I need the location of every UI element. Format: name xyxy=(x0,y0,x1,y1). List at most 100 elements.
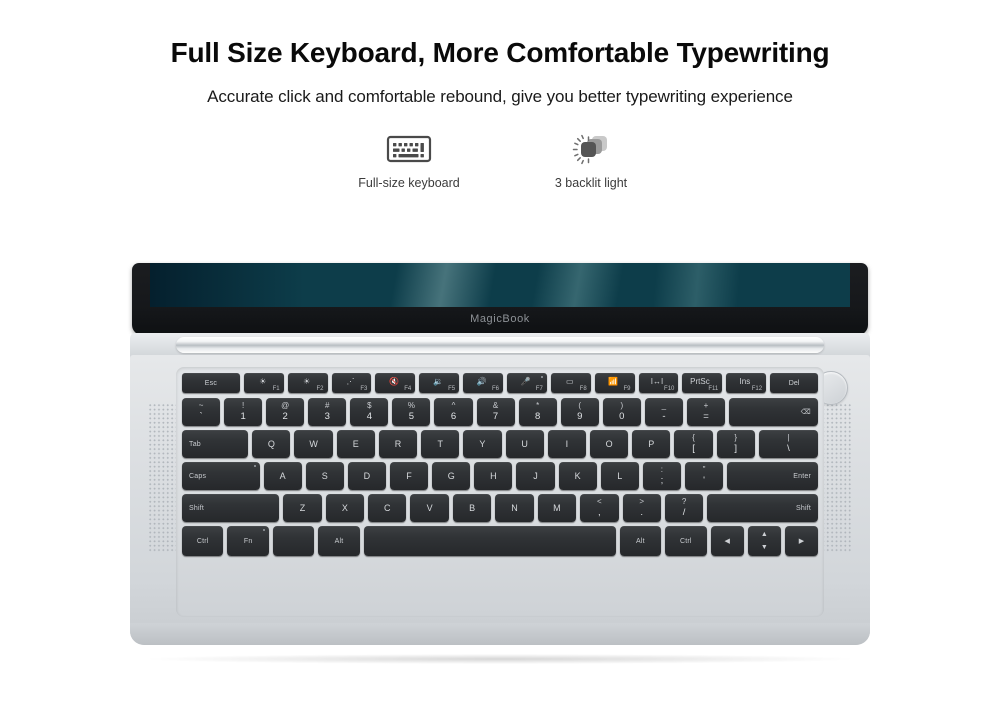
key-b[interactable]: B xyxy=(452,494,492,522)
key-backtick[interactable]: ~ ` xyxy=(182,398,221,426)
screen-vignette xyxy=(150,263,304,307)
feature-full-size-keyboard: Full-size keyboard xyxy=(344,129,474,190)
key-arrow-updown[interactable]: ▲ ▼ xyxy=(747,526,781,556)
camera-icon: ▭ xyxy=(566,377,574,387)
laptop-shadow xyxy=(150,654,850,664)
key-y[interactable]: Y xyxy=(463,430,502,458)
key-t[interactable]: T xyxy=(421,430,460,458)
key-f6[interactable]: 🔊 F6 xyxy=(463,373,503,393)
brightness-down-icon: ☀ xyxy=(259,377,267,387)
key-o[interactable]: O xyxy=(589,430,629,458)
key-f9[interactable]: 📶 F9 xyxy=(594,373,635,393)
key-capslock[interactable]: Caps xyxy=(182,462,260,490)
capslock-led-icon xyxy=(254,465,257,467)
keyboard-row-shift: Shift Z X C V B N M <, >. ? / Shift xyxy=(182,494,818,522)
keyboard-row-bottom: Ctrl Fn Alt Alt Ctrl ◀ ▲ ▼ ▶ xyxy=(182,526,819,556)
key-enter[interactable]: Enter xyxy=(727,462,819,490)
key-arrow-right[interactable]: ▶ xyxy=(784,526,819,556)
key-bracket-right[interactable]: }] xyxy=(716,430,755,458)
key-s[interactable]: S xyxy=(305,462,344,490)
key-4[interactable]: $4 xyxy=(350,398,389,426)
fn-led-icon xyxy=(263,529,266,531)
key-arrow-left[interactable]: ◀ xyxy=(710,526,744,556)
key-a[interactable]: A xyxy=(263,462,302,490)
key-r[interactable]: R xyxy=(378,430,418,458)
key-alt-left[interactable]: Alt xyxy=(318,526,360,556)
key-shift-left[interactable]: Shift xyxy=(182,494,280,522)
key-windows[interactable] xyxy=(272,526,315,556)
key-e[interactable]: E xyxy=(336,430,375,458)
key-f10[interactable]: I↔I F10 xyxy=(638,373,679,393)
key-h[interactable]: H xyxy=(474,462,513,490)
key-f1[interactable]: ☀ F1 xyxy=(243,373,284,393)
page-title: Full Size Keyboard, More Comfortable Typ… xyxy=(170,37,830,68)
key-3[interactable]: #3 xyxy=(308,398,347,426)
key-f5[interactable]: 🔉 F5 xyxy=(419,373,460,393)
key-space[interactable] xyxy=(363,526,616,556)
key-j[interactable]: J xyxy=(516,462,555,490)
key-2[interactable]: @2 xyxy=(266,398,305,426)
laptop-lid: MagicBook xyxy=(132,263,868,335)
key-f7[interactable]: 🎤 F7 xyxy=(506,373,547,393)
key-f8[interactable]: ▭ F8 xyxy=(550,373,591,393)
key-tab[interactable]: Tab xyxy=(182,430,249,458)
key-ctrl-left[interactable]: Ctrl xyxy=(182,526,224,556)
key-backspace[interactable]: ⌫ xyxy=(729,398,818,426)
laptop-image: MagicBook Esc ☀ F1 ☀ F2 ⋰ F3 🔇 F4 🔉 F5 🔊… xyxy=(130,263,870,663)
key-1[interactable]: ! 1 xyxy=(224,398,263,426)
key-k[interactable]: K xyxy=(558,462,597,490)
feature-backlit-light: 3 backlit light xyxy=(526,129,656,190)
key-z[interactable]: Z xyxy=(283,494,322,522)
arrow-left-icon: ◀ xyxy=(724,538,730,545)
brand-logo: MagicBook xyxy=(470,313,530,325)
key-c[interactable]: C xyxy=(368,494,407,522)
key-8[interactable]: * 8 xyxy=(518,398,557,426)
key-f12[interactable]: Ins F12 xyxy=(726,373,767,393)
key-q[interactable]: Q xyxy=(252,430,291,458)
key-delete[interactable]: Del xyxy=(770,373,818,393)
key-semicolon[interactable]: :; xyxy=(642,462,681,490)
key-5[interactable]: % 5 xyxy=(392,398,431,426)
key-m[interactable]: M xyxy=(537,494,577,522)
key-f2[interactable]: ☀ F2 xyxy=(287,373,328,393)
key-i[interactable]: I xyxy=(547,430,586,458)
key-shift-right[interactable]: Shift xyxy=(707,494,818,522)
key-7[interactable]: & 7 xyxy=(476,398,515,426)
page-subtitle: Accurate click and comfortable rebound, … xyxy=(207,86,793,106)
brightness-up-icon: ☀ xyxy=(303,377,311,387)
key-p[interactable]: P xyxy=(632,430,671,458)
projector-icon: I↔I xyxy=(650,377,664,387)
keyboard-row-qwerty: Tab Q W E R T Y U I O P {[ }] | \ xyxy=(182,430,819,458)
key-9[interactable]: (9 xyxy=(560,398,599,426)
key-f[interactable]: F xyxy=(389,462,429,490)
feature-list: Full-size keyboard 3 backlit light xyxy=(0,129,1000,190)
key-equals[interactable]: + = xyxy=(686,398,726,426)
key-fn[interactable]: Fn xyxy=(227,526,269,556)
key-ctrl-right[interactable]: Ctrl xyxy=(665,526,707,556)
keyboard-icon xyxy=(386,129,432,169)
key-comma[interactable]: <, xyxy=(580,494,619,522)
key-slash[interactable]: ? / xyxy=(664,494,704,522)
key-backslash[interactable]: | \ xyxy=(758,430,819,458)
key-x[interactable]: X xyxy=(325,494,365,522)
feature-label: Full-size keyboard xyxy=(358,175,460,190)
key-f11[interactable]: PrtSc F11 xyxy=(682,373,723,393)
key-f3[interactable]: ⋰ F3 xyxy=(331,373,372,393)
key-minus[interactable]: _ - xyxy=(644,398,683,426)
key-g[interactable]: G xyxy=(432,462,471,490)
key-d[interactable]: D xyxy=(347,462,386,490)
key-w[interactable]: W xyxy=(294,430,333,458)
key-period[interactable]: >. xyxy=(622,494,661,522)
key-0[interactable]: ) 0 xyxy=(602,398,641,426)
key-f4[interactable]: 🔇 F4 xyxy=(375,373,416,393)
key-6[interactable]: ^ 6 xyxy=(434,398,473,426)
key-v[interactable]: V xyxy=(410,494,449,522)
key-u[interactable]: U xyxy=(505,430,544,458)
key-quote[interactable]: " ' xyxy=(684,462,724,490)
key-alt-right[interactable]: Alt xyxy=(619,526,662,556)
key-esc[interactable]: Esc xyxy=(182,373,240,393)
key-l[interactable]: L xyxy=(600,462,639,490)
laptop-screen xyxy=(150,263,850,307)
key-n[interactable]: N xyxy=(495,494,534,522)
key-bracket-left[interactable]: {[ xyxy=(674,430,713,458)
